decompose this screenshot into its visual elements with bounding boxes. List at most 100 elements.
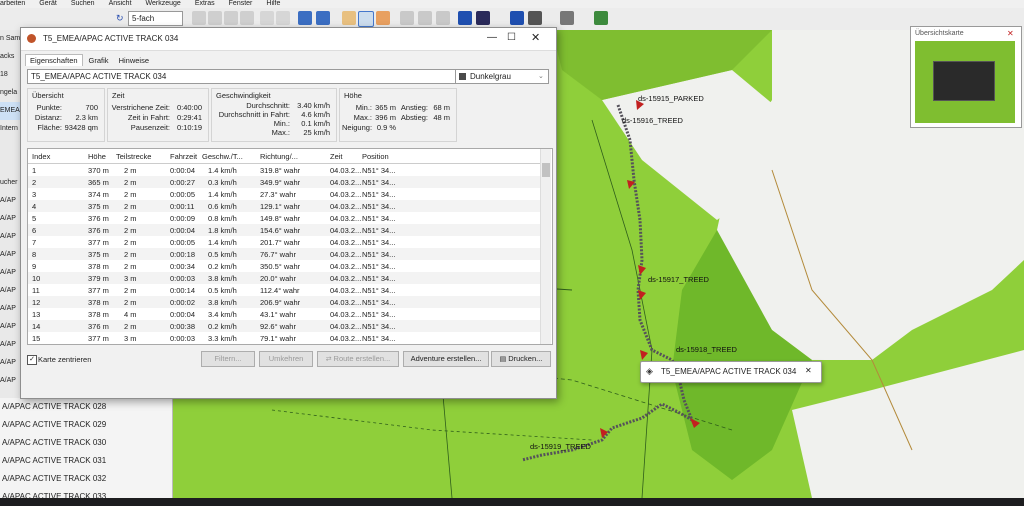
track-list-item[interactable]: A/APAC ACTIVE TRACK 031 <box>0 452 172 470</box>
table-row[interactable]: 10 379 m 3 m 0:00:03 3.8 km/h 20.0° wahr 04.03… <box>28 272 540 284</box>
panel-label[interactable]: A/AP <box>0 336 22 354</box>
share-icon[interactable] <box>560 11 574 25</box>
waypoint-tool-icon[interactable] <box>436 11 450 25</box>
menu-item[interactable]: Extras <box>195 0 215 7</box>
3d-view-icon[interactable] <box>476 11 490 25</box>
rocket-icon[interactable] <box>594 11 608 25</box>
panel-label[interactable]: A/AP <box>0 282 22 300</box>
trackpoint-table[interactable]: Index Höhe Teilstrecke Fahrzeit Geschw./… <box>27 148 553 345</box>
track-popup[interactable]: ◈ T5_EMEA/APAC ACTIVE TRACK 034 ✕ <box>640 361 822 383</box>
menu-item[interactable]: Werkzeuge <box>146 0 181 7</box>
grid-icon[interactable] <box>528 11 542 25</box>
create-route-button[interactable]: ⇄ Route erstellen... <box>317 351 399 367</box>
table-row[interactable]: 8 375 m 2 m 0:00:18 0.5 km/h 76.7° wahr 04.03.… <box>28 248 540 260</box>
waypoint-label[interactable]: ds-15917_TREED <box>648 275 709 284</box>
copy-icon[interactable] <box>208 11 222 25</box>
column-header[interactable]: Höhe <box>88 152 106 161</box>
menu-item[interactable]: Suchen <box>71 0 95 7</box>
table-row[interactable]: 13 378 m 4 m 0:00:04 3.4 km/h 43.1° wahr 04.03… <box>28 308 540 320</box>
panel-label[interactable]: A/AP <box>0 228 22 246</box>
table-row[interactable]: 4 375 m 2 m 0:00:11 0.6 km/h 129.1° wahr 04.03… <box>28 200 540 212</box>
redo-icon[interactable] <box>276 11 290 25</box>
track-list-item[interactable]: A/APAC ACTIVE TRACK 032 <box>0 470 172 488</box>
waypoint-label[interactable]: ds-15918_TREED <box>676 345 737 354</box>
column-header[interactable]: Index <box>32 152 50 161</box>
center-map-checkbox[interactable]: ✓ <box>27 355 37 365</box>
close-icon[interactable]: ✕ <box>1007 29 1014 38</box>
tab-properties[interactable]: Eigenschaften <box>25 54 83 66</box>
waypoint-label[interactable]: ds-15919_TREED <box>530 442 591 451</box>
panel-label[interactable]: A/AP <box>0 192 22 210</box>
hand-tool-icon[interactable] <box>342 11 356 25</box>
panel-label[interactable]: A/AP <box>0 246 22 264</box>
track-name-input[interactable]: T5_EMEA/APAC ACTIVE TRACK 034 <box>27 69 456 84</box>
table-row[interactable]: 9 378 m 2 m 0:00:34 0.2 km/h 350.5° wahr 04.03… <box>28 260 540 272</box>
menu-item[interactable]: Hilfe <box>266 0 280 7</box>
receive-from-device-icon[interactable] <box>298 11 312 25</box>
print-button[interactable]: ▤ Drucken... <box>491 351 551 367</box>
table-row[interactable]: 14 376 m 2 m 0:00:38 0.2 km/h 92.6° wahr 04.03… <box>28 320 540 332</box>
scroll-thumb[interactable] <box>542 163 550 177</box>
overview-viewport[interactable] <box>933 61 995 101</box>
measure-tool-icon[interactable] <box>376 11 390 25</box>
create-adventure-button[interactable]: Adventure erstellen... <box>403 351 489 367</box>
tab-notes[interactable]: Hinweise <box>115 55 153 66</box>
table-row[interactable]: 6 376 m 2 m 0:00:04 1.8 km/h 154.6° wahr 04.03… <box>28 224 540 236</box>
route-tool-icon[interactable] <box>418 11 432 25</box>
color-select[interactable]: Dunkelgrau ⌄ <box>455 69 549 84</box>
panel-label[interactable]: A/AP <box>0 318 22 336</box>
map-view-icon[interactable] <box>458 11 472 25</box>
minimize-icon[interactable]: — <box>487 32 497 43</box>
panel-label[interactable]: A/AP <box>0 210 22 228</box>
track-list-item[interactable]: A/APAC ACTIVE TRACK 029 <box>0 416 172 434</box>
close-icon[interactable]: ✕ <box>531 31 540 44</box>
reverse-button[interactable]: Umkehren <box>259 351 313 367</box>
close-icon[interactable]: ✕ <box>805 366 812 375</box>
table-row[interactable]: 11 377 m 2 m 0:00:14 0.5 km/h 112.4° wahr 04.0… <box>28 284 540 296</box>
zoom-select[interactable]: 5-fach <box>128 11 183 26</box>
menu-item[interactable]: Gerät <box>39 0 57 7</box>
table-row[interactable]: 5 376 m 2 m 0:00:09 0.8 km/h 149.8° wahr 04.03… <box>28 212 540 224</box>
maximize-icon[interactable]: ☐ <box>507 32 516 43</box>
overview-map[interactable]: Übersichtskarte ✕ <box>910 26 1022 128</box>
waypoint-label[interactable]: ds-15915_PARKED <box>638 94 704 103</box>
column-header[interactable]: Teilstrecke <box>116 152 151 161</box>
column-header[interactable]: Geschw./T... <box>202 152 243 161</box>
column-header[interactable]: Position <box>362 152 389 161</box>
table-cell: 2 m <box>124 202 137 211</box>
table-row[interactable]: 1 370 m 2 m 0:00:04 1.4 km/h 319.8° wahr 04.03… <box>28 164 540 176</box>
menu-item[interactable]: Ansicht <box>109 0 132 7</box>
table-row[interactable]: 3 374 m 2 m 0:00:05 1.4 km/h 27.3° wahr 04.03.… <box>28 188 540 200</box>
table-row[interactable]: 7 377 m 2 m 0:00:05 1.4 km/h 201.7° wahr 04.03… <box>28 236 540 248</box>
table-row[interactable]: 12 378 m 2 m 0:00:02 3.8 km/h 206.9° wahr 04.0… <box>28 296 540 308</box>
table-row[interactable]: 15 377 m 3 m 0:00:03 3.3 km/h 79.1° wahr 04.03… <box>28 332 540 344</box>
overview-map-icon[interactable] <box>510 11 524 25</box>
zoom-tool-icon[interactable] <box>358 11 374 27</box>
cut-icon[interactable] <box>192 11 206 25</box>
panel-label[interactable]: A/AP <box>0 300 22 318</box>
table-row[interactable]: 2 365 m 2 m 0:00:27 0.3 km/h 349.9° wahr 04.03… <box>28 176 540 188</box>
tab-graph[interactable]: Grafik <box>85 55 113 66</box>
column-header[interactable]: Zeit <box>330 152 343 161</box>
undo-icon[interactable] <box>260 11 274 25</box>
menu-item[interactable]: arbeiten <box>0 0 25 7</box>
dialog-titlebar[interactable]: T5_EMEA/APAC ACTIVE TRACK 034 — ☐ ✕ <box>21 28 556 51</box>
track-list-item[interactable]: A/APAC ACTIVE TRACK 033 <box>0 488 172 506</box>
waypoint-label[interactable]: ds-15916_TREED <box>622 116 683 125</box>
column-header[interactable]: Fahrzeit <box>170 152 197 161</box>
stat-label: Pausenzeit: <box>130 123 170 132</box>
menu-item[interactable]: Fenster <box>229 0 253 7</box>
zoom-icon[interactable]: ↻ <box>116 13 124 24</box>
panel-label[interactable]: A/AP <box>0 372 22 390</box>
track-list-item[interactable]: A/APAC ACTIVE TRACK 028 <box>0 398 172 416</box>
filter-button[interactable]: Filtern... <box>201 351 255 367</box>
delete-icon[interactable] <box>240 11 254 25</box>
panel-label[interactable]: A/AP <box>0 264 22 282</box>
vertical-scrollbar[interactable] <box>540 149 551 344</box>
track-tool-icon[interactable] <box>400 11 414 25</box>
track-list-item[interactable]: A/APAC ACTIVE TRACK 030 <box>0 434 172 452</box>
column-header[interactable]: Richtung/... <box>260 152 298 161</box>
panel-label[interactable]: A/AP <box>0 354 22 372</box>
paste-icon[interactable] <box>224 11 238 25</box>
send-to-device-icon[interactable] <box>316 11 330 25</box>
